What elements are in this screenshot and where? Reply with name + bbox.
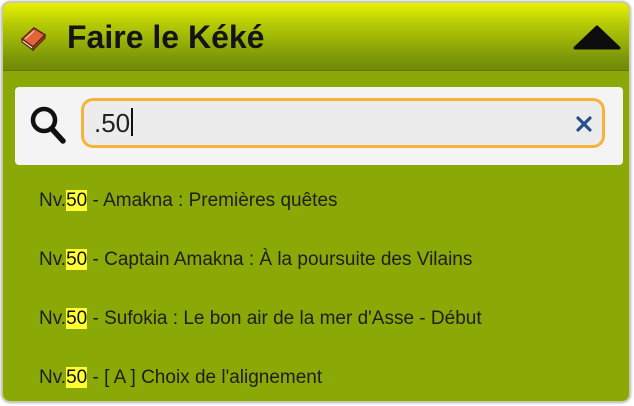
result-title: - Sufokia : Le bon air de la mer d'Asse …: [87, 308, 482, 329]
triangle-up-icon[interactable]: [571, 23, 623, 51]
search-input[interactable]: .50: [81, 98, 605, 148]
close-icon[interactable]: [575, 115, 593, 133]
panel-header: Faire le Kéké: [3, 3, 629, 71]
result-item[interactable]: Nv.50 - Amakna : Premières quêtes: [39, 183, 338, 219]
result-level-prefix: Nv.: [39, 367, 67, 388]
text-cursor: [131, 108, 134, 136]
search-icon[interactable]: [29, 105, 67, 145]
result-item[interactable]: Nv.50 - Sufokia : Le bon air de la mer d…: [39, 301, 482, 337]
quest-search-panel: Faire le Kéké .50 Nv.50 - Amakna : Premi…: [2, 2, 630, 402]
result-level-prefix: Nv.: [39, 190, 67, 211]
result-match-highlight: 50: [66, 190, 88, 211]
search-input-value: .50: [94, 108, 131, 138]
result-item[interactable]: Nv.50 - [ A ] Choix de l'alignement: [39, 360, 322, 396]
result-title: - [ A ] Choix de l'alignement: [87, 367, 323, 388]
result-level-prefix: Nv.: [39, 308, 67, 329]
result-item[interactable]: Nv.50 - Captain Amakna : À la poursuite …: [39, 242, 472, 278]
search-bar: .50: [15, 87, 623, 165]
panel-title: Faire le Kéké: [67, 19, 265, 55]
book-icon: [20, 27, 47, 51]
result-level-prefix: Nv.: [39, 249, 67, 270]
result-title: - Amakna : Premières quêtes: [87, 190, 338, 211]
result-title: - Captain Amakna : À la poursuite des Vi…: [87, 249, 473, 270]
result-match-highlight: 50: [66, 367, 88, 388]
result-match-highlight: 50: [66, 308, 88, 329]
result-match-highlight: 50: [66, 249, 88, 270]
